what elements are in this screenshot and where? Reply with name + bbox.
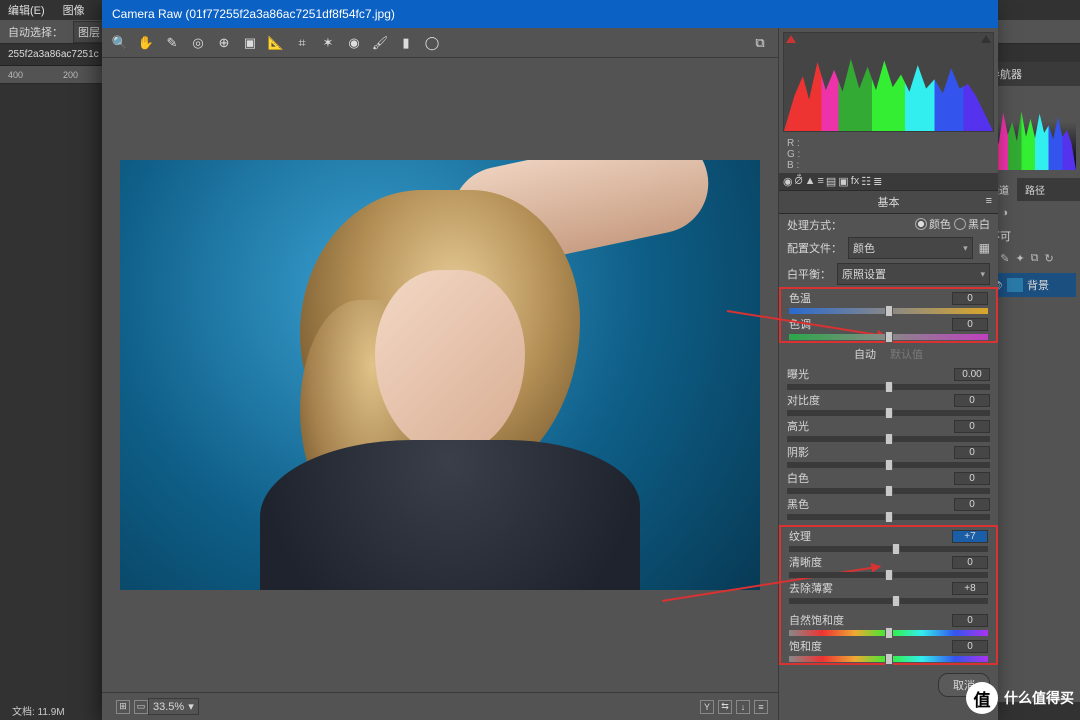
tab-calib-icon[interactable]: ☷ [861, 175, 871, 188]
treatment-color[interactable]: 颜色 [915, 216, 951, 232]
layer-thumb [1007, 278, 1023, 292]
slider-tint[interactable]: 色调0 [781, 315, 996, 341]
window-title: Camera Raw (01f77255f2a3a86ac7251df8f54f… [102, 0, 998, 28]
profile-browser-icon[interactable]: ▦ [979, 241, 990, 255]
treatment-row: 处理方式： 颜色 黑白 [779, 214, 998, 235]
before-after-icon[interactable]: Y [700, 700, 714, 714]
grad-filter-icon[interactable]: ▮ [398, 35, 414, 51]
treatment-bw[interactable]: 黑白 [954, 216, 990, 232]
straighten-icon[interactable]: 📐 [268, 35, 284, 51]
tab-split-icon[interactable]: ▤ [826, 175, 836, 188]
basic-panel-title: 基本≡ [779, 190, 998, 214]
crop-icon: ⧉ [1031, 252, 1039, 265]
menu-edit[interactable]: 编辑(E) [8, 2, 45, 18]
zoom-tool-icon[interactable]: 🔍 [112, 35, 128, 51]
swap-icon[interactable]: ⇆ [718, 700, 732, 714]
profile-row: 配置文件： 颜色 ▦ [779, 235, 998, 261]
color-sampler-icon[interactable]: ◎ [190, 35, 206, 51]
histogram[interactable] [783, 32, 994, 132]
slider-texture[interactable]: 纹理+7 [781, 527, 996, 553]
preview-toggle-icon[interactable]: ⧉ [752, 35, 768, 51]
wand-icon: ✦ [1015, 252, 1024, 265]
redeye-icon[interactable]: ◉ [346, 35, 362, 51]
tab-paths[interactable]: 路径 [1017, 178, 1053, 201]
preview-footer: ⊞ ▭ 33.5%▾ Y ⇆ ↓ ≡ [102, 692, 778, 720]
spot-removal-icon[interactable]: ✶ [320, 35, 336, 51]
wb-dropdown[interactable]: 原照设置 [837, 263, 990, 285]
profile-dropdown[interactable]: 颜色 [848, 237, 973, 259]
slider-highlights[interactable]: 高光0 [779, 417, 998, 443]
camera-raw-window: Camera Raw (01f77255f2a3a86ac7251df8f54f… [102, 0, 998, 720]
zoom-level[interactable]: 33.5%▾ [148, 698, 199, 715]
rotate-icon: ↻ [1045, 252, 1054, 265]
mask-icon: ◑ [1001, 207, 1008, 220]
wb-tool-icon[interactable]: ✎ [164, 35, 180, 51]
highlight-box-presence: 纹理+7 清晰度0 去除薄雾+8 自然饱和度0 饱和度0 [779, 525, 998, 665]
layer-background[interactable]: 👁 背景 [985, 273, 1076, 297]
slider-exposure[interactable]: 曝光0.00 [779, 365, 998, 391]
copy-settings-icon[interactable]: ↓ [736, 700, 750, 714]
highlight-box-wb: 色温0 色调0 [779, 287, 998, 343]
tab-fx-icon[interactable]: fx [851, 175, 860, 188]
target-adjust-icon[interactable]: ⊕ [216, 35, 232, 51]
preview-panel: 🔍 ✋ ✎ ◎ ⊕ ▣ 📐 ⌗ ✶ ◉ 🖌 ▮ ◯ ⧉ [102, 28, 778, 720]
single-view-icon[interactable]: ▭ [134, 700, 148, 714]
slider-dehaze[interactable]: 去除薄雾+8 [781, 579, 996, 605]
brush-icon[interactable]: 🖌 [372, 35, 388, 51]
layer-label: 背景 [1027, 277, 1049, 293]
ruler-tick: 400 [8, 70, 23, 80]
default-link[interactable]: 默认值 [890, 346, 923, 362]
navigator-histogram [985, 90, 1076, 170]
brush-icon: ✎ [1000, 252, 1009, 265]
auto-default-row: 自动 默认值 [779, 343, 998, 365]
transform-icon[interactable]: ⌗ [294, 35, 310, 51]
watermark-logo: 值 [966, 682, 998, 714]
toolbar: 🔍 ✋ ✎ ◎ ⊕ ▣ 📐 ⌗ ✶ ◉ 🖌 ▮ ◯ ⧉ [102, 28, 778, 58]
tab-hsl-icon[interactable]: ≡ [817, 175, 823, 188]
menu-image[interactable]: 图像 [63, 2, 85, 18]
slider-shadows[interactable]: 阴影0 [779, 443, 998, 469]
slider-whites[interactable]: 白色0 [779, 469, 998, 495]
doc-size: 文档: 11.9M [12, 703, 65, 718]
panel-menu-icon[interactable]: ≡ [986, 195, 992, 207]
tab-preset-icon[interactable]: ≣ [873, 175, 882, 188]
auto-link[interactable]: 自动 [854, 346, 876, 362]
slider-clarity[interactable]: 清晰度0 [781, 553, 996, 579]
slider-temp[interactable]: 色温0 [781, 289, 996, 315]
tab-detail-icon[interactable]: ▲ [805, 175, 816, 188]
wb-row: 白平衡： 原照设置 [779, 261, 998, 287]
ruler-tick: 200 [63, 70, 78, 80]
tab-lens-icon[interactable]: ▣ [838, 175, 848, 188]
adjust-panel: R :G :B : ◉ ⦳ ▲ ≡ ▤ ▣ fx ☷ ≣ 基本≡ 处理方式： 颜… [778, 28, 998, 720]
auto-select-label: 自动选择： [8, 24, 63, 40]
crop-tool-icon[interactable]: ▣ [242, 35, 258, 51]
highlight-clip-icon[interactable] [981, 35, 991, 43]
tab-basic-icon[interactable]: ◉ [783, 175, 793, 188]
radial-filter-icon[interactable]: ◯ [424, 35, 440, 51]
slider-saturation[interactable]: 饱和度0 [781, 637, 996, 663]
tab-curve-icon[interactable]: ⦳ [795, 175, 803, 188]
prefs-icon[interactable]: ≡ [754, 700, 768, 714]
watermark: 值 什么值得买 [966, 682, 1074, 714]
hand-tool-icon[interactable]: ✋ [138, 35, 154, 51]
slider-contrast[interactable]: 对比度0 [779, 391, 998, 417]
rgb-readout: R :G :B : [779, 136, 998, 173]
shadow-clip-icon[interactable] [786, 35, 796, 43]
fit-icon[interactable]: ⊞ [116, 700, 130, 714]
panel-tabs: ◉ ⦳ ▲ ≡ ▤ ▣ fx ☷ ≣ [779, 173, 998, 190]
image-preview[interactable] [120, 160, 760, 590]
slider-vibrance[interactable]: 自然饱和度0 [781, 611, 996, 637]
slider-blacks[interactable]: 黑色0 [779, 495, 998, 521]
